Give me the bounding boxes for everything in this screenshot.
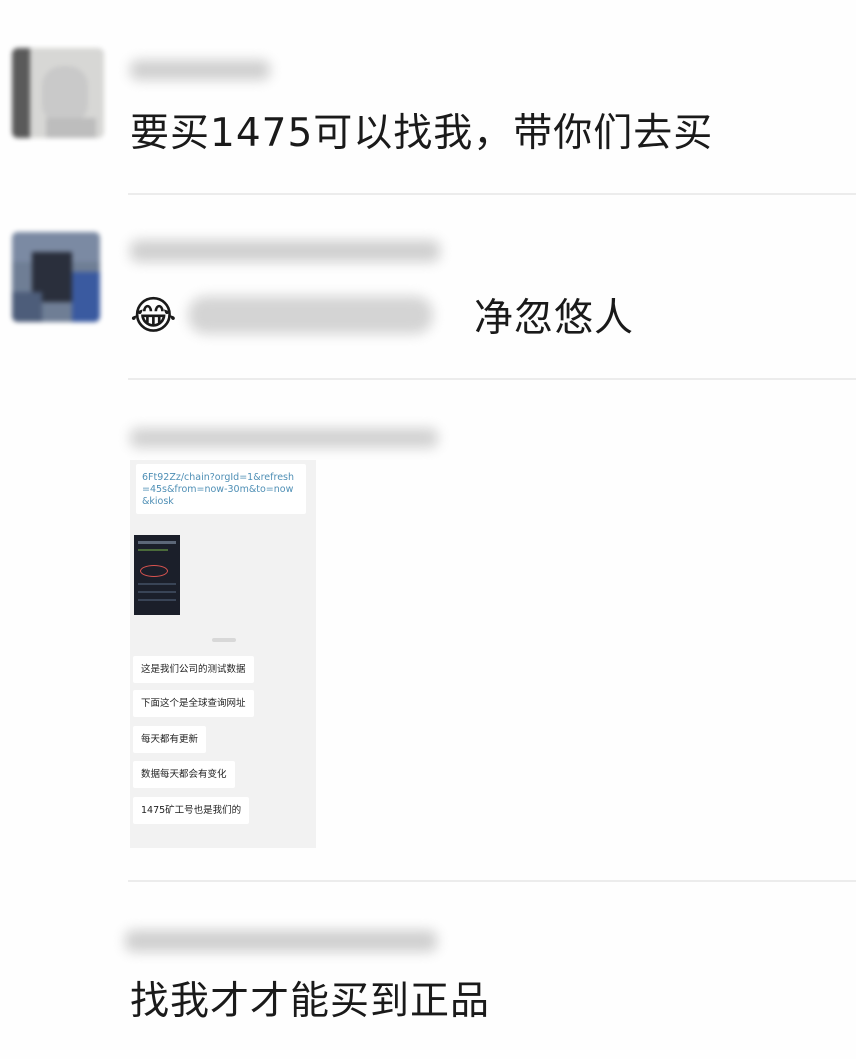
comment-text: 找我才才能买到正品 <box>130 979 491 1024</box>
divider <box>128 193 856 195</box>
mention-redacted <box>188 296 433 334</box>
url-bubble: 6Ft92Zz/chain?orgId=1&refresh=45s&from=n… <box>136 464 306 514</box>
emoji-tears-of-joy-icon: 😂 <box>130 293 177 339</box>
username-redacted[interactable] <box>130 60 270 80</box>
chat-message: 下面这个是全球查询网址 <box>133 690 254 717</box>
comment-text: 净忽悠人 <box>474 296 635 341</box>
dashboard-thumbnail[interactable] <box>134 535 180 615</box>
divider <box>128 880 856 882</box>
chat-message: 1475矿工号也是我们的 <box>133 797 250 824</box>
url-link[interactable]: 6Ft92Zz/chain?orgId=1&refresh=45s&from=n… <box>136 464 306 508</box>
username-redacted[interactable] <box>130 428 438 448</box>
attached-screenshot[interactable]: 6Ft92Zz/chain?orgId=1&refresh=45s&from=n… <box>130 460 316 848</box>
timestamp-redacted <box>212 638 236 642</box>
chat-message: 这是我们公司的测试数据 <box>133 656 254 683</box>
avatar[interactable] <box>12 232 100 322</box>
divider <box>128 378 856 380</box>
username-redacted[interactable] <box>125 930 437 952</box>
avatar[interactable] <box>12 48 104 138</box>
comment-text: 要买1475可以找我，带你们去买 <box>130 111 714 156</box>
username-redacted[interactable] <box>130 240 440 262</box>
chat-message: 数据每天都会有变化 <box>133 761 235 788</box>
chat-message: 每天都有更新 <box>133 726 207 753</box>
